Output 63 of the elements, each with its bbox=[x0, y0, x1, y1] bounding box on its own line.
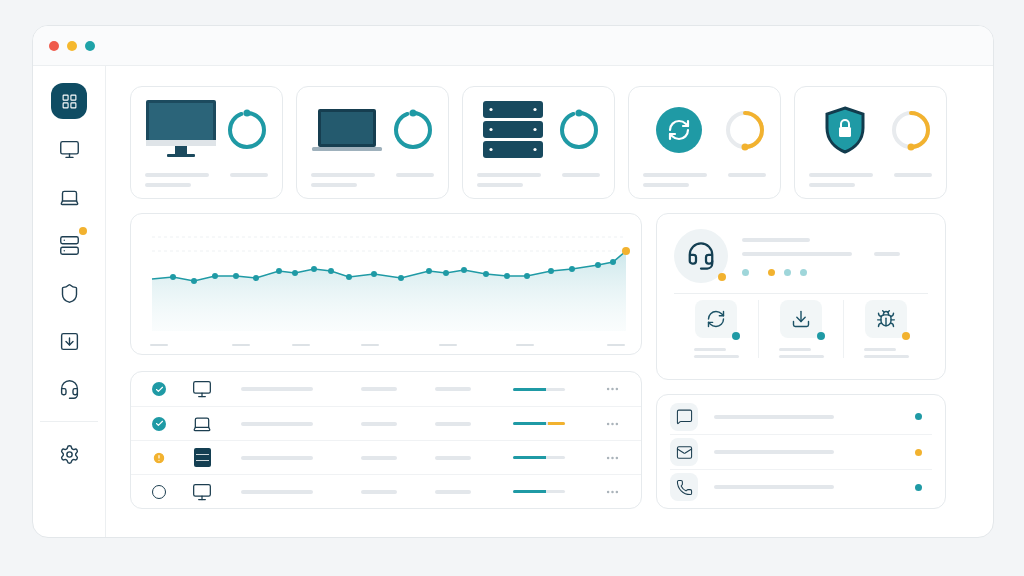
settings-icon bbox=[58, 443, 80, 465]
shield-lock-icon bbox=[824, 106, 866, 154]
data-point bbox=[253, 275, 259, 281]
action-tile[interactable] bbox=[695, 300, 737, 338]
data-point bbox=[371, 271, 377, 277]
data-point bbox=[524, 273, 530, 279]
phone-icon bbox=[675, 478, 693, 496]
data-point bbox=[328, 268, 334, 274]
sync-icon bbox=[706, 309, 726, 329]
tick-mark bbox=[607, 344, 625, 346]
data-point bbox=[170, 274, 176, 280]
contact-tile[interactable] bbox=[670, 438, 698, 466]
action-tile[interactable] bbox=[780, 300, 822, 338]
server-icon bbox=[482, 100, 544, 160]
data-point bbox=[610, 259, 616, 265]
download-icon bbox=[58, 330, 80, 352]
data-point bbox=[548, 268, 554, 274]
data-point bbox=[292, 270, 298, 276]
tick-mark bbox=[361, 344, 379, 346]
window-control[interactable] bbox=[85, 40, 95, 51]
mail-icon bbox=[675, 443, 693, 461]
data-point bbox=[233, 273, 239, 279]
check-icon bbox=[152, 382, 166, 396]
monitor-icon bbox=[58, 138, 80, 160]
tick-mark bbox=[232, 344, 250, 346]
window-control[interactable] bbox=[49, 40, 59, 51]
data-point bbox=[276, 268, 282, 274]
data-point bbox=[504, 273, 510, 279]
data-point bbox=[595, 262, 601, 268]
data-point bbox=[443, 270, 449, 276]
data-point bbox=[191, 278, 197, 284]
data-point bbox=[398, 275, 404, 281]
data-point bbox=[569, 266, 575, 272]
bug-icon bbox=[876, 309, 896, 329]
tick-mark bbox=[292, 344, 310, 346]
laptop-icon bbox=[311, 106, 383, 154]
monitor-icon bbox=[192, 481, 213, 502]
sync-icon bbox=[656, 107, 702, 153]
data-point bbox=[622, 247, 630, 255]
warning-icon bbox=[152, 449, 166, 466]
tick-mark bbox=[150, 344, 168, 346]
headset-icon bbox=[686, 241, 716, 271]
tick-mark bbox=[516, 344, 534, 346]
data-point bbox=[426, 268, 432, 274]
headset-icon bbox=[58, 378, 80, 400]
grid-icon bbox=[60, 92, 78, 110]
contact-tile[interactable] bbox=[670, 402, 698, 431]
chat-icon bbox=[675, 408, 693, 425]
nav-button[interactable] bbox=[51, 83, 87, 119]
data-point bbox=[483, 271, 489, 277]
monitor-icon bbox=[192, 379, 213, 399]
download-icon bbox=[791, 309, 811, 329]
data-point bbox=[346, 274, 352, 280]
server-icon bbox=[193, 448, 211, 467]
check-icon bbox=[152, 416, 166, 431]
data-point bbox=[461, 267, 467, 273]
warning-fill bbox=[548, 422, 565, 425]
data-point bbox=[311, 266, 317, 272]
server-icon bbox=[58, 234, 80, 256]
contact-tile[interactable] bbox=[670, 473, 698, 501]
data-point bbox=[212, 273, 218, 279]
tick-mark bbox=[439, 344, 457, 346]
action-tile[interactable] bbox=[865, 300, 907, 338]
